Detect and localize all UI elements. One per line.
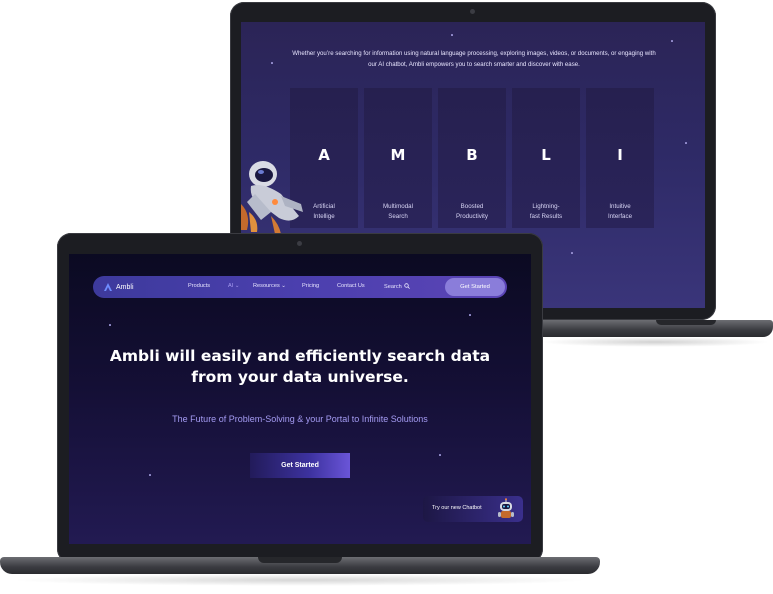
- chatbot-label: Try our new Chatbot: [432, 505, 482, 511]
- nav-item-search[interactable]: Search: [384, 283, 411, 290]
- search-icon: [404, 283, 411, 289]
- front-laptop-notch: [258, 557, 342, 563]
- logo[interactable]: Ambli: [103, 280, 134, 294]
- star: [109, 324, 111, 326]
- ambli-caption: Lightning- fast Results: [512, 202, 580, 222]
- ambli-letter: B: [466, 146, 478, 164]
- star: [451, 34, 453, 36]
- caption-line: Search: [388, 213, 408, 220]
- star: [469, 314, 471, 316]
- ambli-letter: M: [390, 146, 406, 164]
- caption-line: Multimodal: [383, 203, 413, 210]
- nav-item-resources[interactable]: Resources ⌄: [253, 283, 286, 289]
- caption-line: Boosted: [460, 203, 484, 210]
- caption-line: Artificial: [313, 203, 335, 210]
- hero-title-line: Ambli will easily and efficiently search…: [109, 347, 491, 365]
- front-laptop-screen: Ambli Products AI ⌄ Resources ⌄ Pricing …: [69, 254, 531, 544]
- ambli-letter: I: [617, 146, 623, 164]
- robot-icon: [498, 498, 514, 518]
- intro-paragraph: Whether you’re searching for information…: [292, 50, 656, 68]
- star: [571, 252, 573, 254]
- astronaut-illustration: [241, 161, 303, 234]
- hero-title-line: from your data universe.: [191, 368, 409, 386]
- ambli-column-i: I Intuitive Interface: [586, 88, 654, 228]
- caption-line: Lightning-: [532, 203, 560, 210]
- back-laptop-camera: [470, 9, 475, 14]
- caption-line: Interface: [607, 213, 633, 220]
- nav-item-ai[interactable]: AI ⌄: [228, 283, 240, 289]
- ambli-logo-icon: [104, 283, 112, 291]
- back-laptop-shadow: [540, 337, 770, 347]
- caption-line: Intuitive: [609, 203, 631, 210]
- nav-item-contact-us[interactable]: Contact Us: [337, 283, 365, 289]
- caption-line: Productivity: [456, 213, 488, 220]
- caption-line: fast Results: [529, 213, 563, 220]
- ambli-caption: Multimodal Search: [364, 202, 432, 222]
- nav-item-pricing[interactable]: Pricing: [302, 283, 319, 289]
- front-laptop-camera: [297, 241, 302, 246]
- ambli-column-l: L Lightning- fast Results: [512, 88, 580, 228]
- top-navbar: Ambli Products AI ⌄ Resources ⌄ Pricing …: [93, 276, 507, 298]
- star: [671, 40, 673, 42]
- chatbot-button[interactable]: Try our new Chatbot: [423, 496, 523, 522]
- ambli-column-b: B Boosted Productivity: [438, 88, 506, 228]
- hero-title: Ambli will easily and efficiently search…: [89, 346, 511, 388]
- search-label: Search: [384, 284, 402, 290]
- logo-text: Ambli: [116, 283, 134, 291]
- star: [271, 62, 273, 64]
- hero-get-started-button[interactable]: Get Started: [250, 453, 350, 478]
- ambli-column-m: M Multimodal Search: [364, 88, 432, 228]
- ambli-caption: Boosted Productivity: [438, 202, 506, 222]
- caption-line: Intellige: [313, 213, 335, 220]
- nav-item-products[interactable]: Products: [188, 283, 210, 289]
- ambli-letter: L: [541, 146, 551, 164]
- hero-subtitle: The Future of Problem-Solving & your Por…: [172, 414, 428, 424]
- back-laptop-notch: [656, 320, 716, 325]
- nav-get-started-button[interactable]: Get Started: [445, 278, 505, 296]
- star: [149, 474, 151, 476]
- ambli-caption: Intuitive Interface: [586, 202, 654, 222]
- star: [685, 142, 687, 144]
- front-laptop-shadow: [10, 574, 590, 586]
- star: [439, 454, 441, 456]
